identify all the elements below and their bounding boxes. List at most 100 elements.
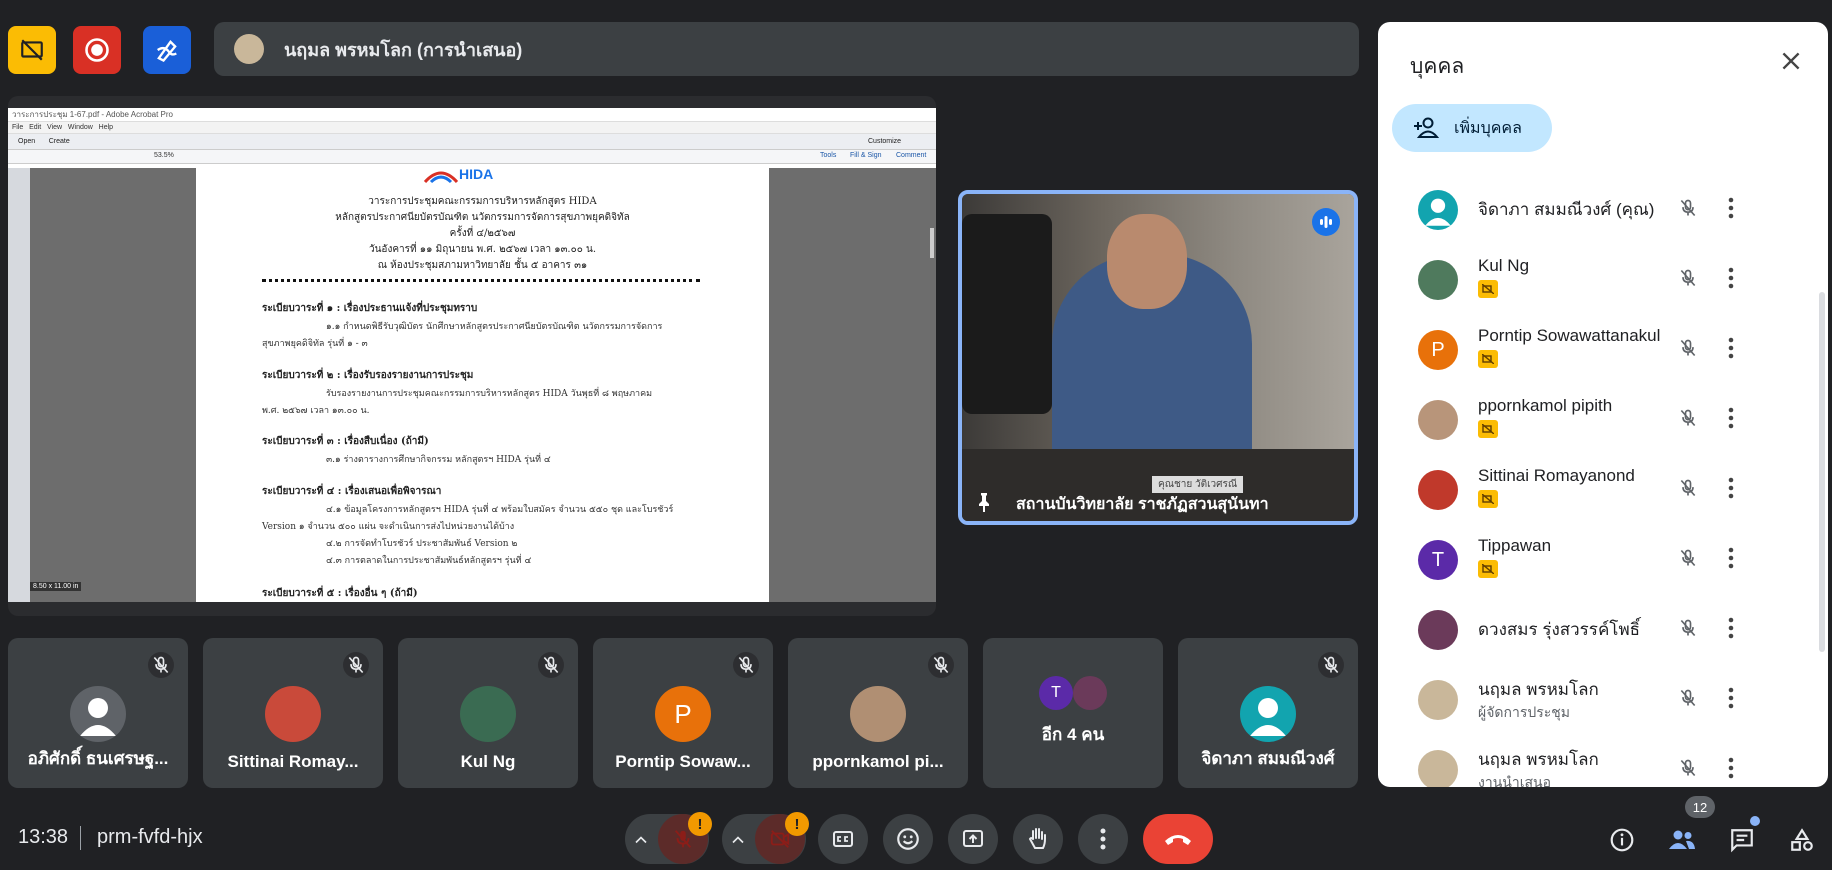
menu-view[interactable]: View xyxy=(47,124,62,131)
mic-off-icon[interactable] xyxy=(1678,338,1698,363)
speaker-head xyxy=(1107,214,1187,309)
more-vert-icon[interactable] xyxy=(1728,266,1734,295)
more-vert-icon[interactable] xyxy=(1728,336,1734,365)
participant-tile[interactable]: จิดาภา สมมณีวงศ์ xyxy=(1178,638,1358,788)
menu-file[interactable]: File xyxy=(12,124,23,131)
more-vert-icon[interactable] xyxy=(1728,616,1734,645)
left-nav-pane[interactable] xyxy=(8,168,30,602)
more-avatar-photo xyxy=(1073,676,1107,710)
tile-avatar: P xyxy=(655,686,711,742)
menu-help[interactable]: Help xyxy=(99,124,113,131)
stop-presenting-button[interactable] xyxy=(8,26,56,74)
tile-name: จิดาภา สมมณีวงศ์ xyxy=(1201,749,1335,768)
participant-tile[interactable]: T อีก 4 คน xyxy=(983,638,1163,788)
comment-link[interactable]: Comment xyxy=(896,152,926,159)
activities-button[interactable] xyxy=(1782,820,1822,860)
featured-video[interactable]: คุณชาย วัติเวศรณี สถานบันวิทยาลัย ราชภัฏ… xyxy=(958,190,1358,525)
tile-avatar xyxy=(265,686,321,742)
close-icon[interactable] xyxy=(1778,48,1804,74)
mic-off-icon[interactable] xyxy=(1678,688,1698,713)
page-scrollbar[interactable] xyxy=(930,228,934,258)
mic-off-icon[interactable] xyxy=(1678,548,1698,573)
person-row[interactable]: ppornkamol pipith xyxy=(1378,384,1808,454)
more-vert-icon[interactable] xyxy=(1728,546,1734,575)
agenda-3-heading: ระเบียบวาระที่ ๓ : เรื่องสืบเนื่อง (ถ้าม… xyxy=(262,436,429,447)
person-row[interactable]: Sittinai Romayanond xyxy=(1378,454,1808,524)
chevron-up-icon[interactable] xyxy=(728,830,748,850)
agenda-2-line-2: พ.ศ. ๒๕๖๗ เวลา ๑๓.๐๐ น. xyxy=(262,406,370,416)
mic-warning-badge: ! xyxy=(688,812,712,836)
whiteboard-button[interactable] xyxy=(143,26,191,74)
person-row[interactable]: จิดาภา สมมณีวงศ์ (คุณ) xyxy=(1378,174,1808,244)
more-vert-icon[interactable] xyxy=(1728,476,1734,505)
participant-tile[interactable]: P Porntip Sowaw... xyxy=(593,638,773,788)
people-button[interactable] xyxy=(1662,820,1702,860)
person-row[interactable]: นฤมล พรหมโลก งานนำเสนอ xyxy=(1378,734,1808,787)
featured-label: สถานบันวิทยาลัย ราชภัฏสวนสุนันทา xyxy=(1016,496,1269,513)
closed-captions-icon xyxy=(833,831,853,847)
shared-screen: วาระการประชุม 1-67.pdf - Adobe Acrobat P… xyxy=(8,96,936,616)
person-name: Sittinai Romayanond xyxy=(1478,466,1635,485)
present-button[interactable] xyxy=(948,814,998,864)
menu-edit[interactable]: Edit xyxy=(29,124,41,131)
open-button[interactable]: Open xyxy=(18,138,35,145)
people-panel: บุคคล เพิ่มบุคคล จิดาภา สมมณีวงศ์ (คุณ) K… xyxy=(1378,22,1828,787)
chat-button[interactable] xyxy=(1722,820,1762,860)
agenda-4-line-4: ๔.๓ การตลาดในการประชาสัมพันธ์หลักสูตรฯ ร… xyxy=(326,556,532,566)
tools-link[interactable]: Tools xyxy=(820,152,836,159)
logo-text: HIDA xyxy=(459,166,494,182)
participant-tile[interactable]: อภิศักดิ์ ธนเศรษฐ... xyxy=(8,638,188,788)
leave-call-button[interactable] xyxy=(1143,814,1213,864)
mic-off-icon[interactable] xyxy=(1678,758,1698,783)
captions-button[interactable] xyxy=(818,814,868,864)
participant-tile[interactable]: Kul Ng xyxy=(398,638,578,788)
tile-avatar xyxy=(850,686,906,742)
meeting-info-button[interactable] xyxy=(1602,820,1642,860)
reactions-button[interactable] xyxy=(883,814,933,864)
add-people-label: เพิ่มบุคคล xyxy=(1454,119,1522,137)
mic-off-icon[interactable] xyxy=(1678,408,1698,433)
participant-tile[interactable]: Sittinai Romay... xyxy=(203,638,383,788)
more-vert-icon xyxy=(1100,828,1106,850)
zoom-value[interactable]: 53.5% xyxy=(154,152,174,159)
menu-window[interactable]: Window xyxy=(68,124,93,131)
person-row[interactable]: T Tippawan xyxy=(1378,524,1808,594)
more-vert-icon[interactable] xyxy=(1728,196,1734,225)
document-area: 8.50 x 11.00 in HIDA วาระการประชุมคณะกรร… xyxy=(8,166,936,602)
acrobat-toolbar: Open Create Customize xyxy=(8,134,936,150)
mic-off-icon[interactable] xyxy=(1678,618,1698,643)
person-row[interactable]: นฤมล พรหมโลก ผู้จัดการประชุม xyxy=(1378,664,1808,734)
more-vert-icon[interactable] xyxy=(1728,406,1734,435)
chevron-up-icon[interactable] xyxy=(631,830,651,850)
person-avatar xyxy=(1418,400,1458,440)
tile-avatar xyxy=(1240,686,1296,742)
person-name: Kul Ng xyxy=(1478,256,1530,275)
presenter-avatar xyxy=(234,34,264,64)
mic-off-icon[interactable] xyxy=(1678,478,1698,503)
fill-sign-link[interactable]: Fill & Sign xyxy=(850,152,882,159)
record-button[interactable] xyxy=(73,26,121,74)
agenda-2-line-1: รับรองรายงานการประชุมคณะกรรมการบริหารหลั… xyxy=(326,389,653,399)
customize-button[interactable]: Customize xyxy=(868,134,901,150)
tile-mic-off xyxy=(343,652,369,678)
create-button[interactable]: Create xyxy=(49,138,70,145)
raise-hand-button[interactable] xyxy=(1013,814,1063,864)
chat-unread-dot xyxy=(1750,816,1760,826)
add-people-button[interactable]: เพิ่มบุคคล xyxy=(1392,104,1552,152)
info-icon xyxy=(1610,828,1634,852)
mic-off-icon[interactable] xyxy=(1678,198,1698,223)
participant-tile[interactable]: ppornkamol pi... xyxy=(788,638,968,788)
panel-scrollbar[interactable] xyxy=(1819,292,1825,652)
person-row[interactable]: P Porntip Sowawattanakul xyxy=(1378,314,1808,384)
record-icon xyxy=(85,38,109,62)
person-name: Tippawan xyxy=(1478,536,1552,555)
more-vert-icon[interactable] xyxy=(1728,686,1734,715)
person-row[interactable]: ดวงสมร รุ่งสวรรค์โพธิ์ xyxy=(1378,594,1808,664)
mic-off-icon[interactable] xyxy=(1678,268,1698,293)
pin-icon[interactable] xyxy=(972,490,996,514)
more-vert-icon[interactable] xyxy=(1728,756,1734,785)
person-row[interactable]: Kul Ng xyxy=(1378,244,1808,314)
more-options-button[interactable] xyxy=(1078,814,1128,864)
agenda-4-line-2: Version ๑ จำนวน ๕๐๐ แผ่น จะดำเนินการส่งไ… xyxy=(262,522,515,532)
person-name: ดวงสมร รุ่งสวรรค์โพธิ์ xyxy=(1478,620,1641,639)
